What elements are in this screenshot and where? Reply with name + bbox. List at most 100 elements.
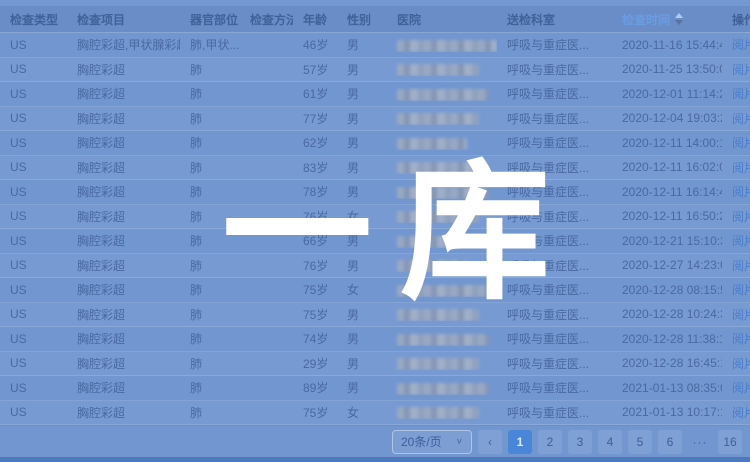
view-image-link[interactable]: 阅片: [732, 210, 750, 224]
exam-item-cell: 胸腔彩超: [67, 355, 180, 372]
view-image-link[interactable]: 阅片: [732, 259, 750, 273]
exam-type-cell: US: [0, 332, 67, 346]
exam-type-cell: US: [0, 111, 67, 125]
hospital-redacted-blur: [397, 64, 479, 76]
page-size-select[interactable]: 20条/页 ∨: [392, 430, 472, 454]
view-image-link[interactable]: 阅片: [732, 136, 750, 150]
page-button[interactable]: 2: [538, 430, 562, 454]
col-header-department: 送检科室: [497, 11, 612, 28]
department-cell: 呼吸与重症医...: [497, 208, 612, 225]
table-row: US 胸腔彩超 肺 29岁 男 呼吸与重症医... 2020-12-28 16:…: [0, 352, 750, 377]
col-header-gender: 性别: [337, 11, 387, 28]
exam-time-cell: 2020-12-28 11:38:11: [612, 332, 722, 346]
sort-ascending-icon[interactable]: [675, 13, 683, 18]
exam-item-cell: 胸腔彩超: [67, 257, 180, 274]
age-cell: 83岁: [293, 159, 337, 176]
col-header-exam-time[interactable]: 检查时间: [612, 11, 722, 28]
hospital-cell: [387, 87, 497, 101]
col-header-exam-type: 检查类型: [0, 11, 67, 28]
bottom-strip: [0, 457, 750, 462]
organ-cell: 肺: [180, 404, 240, 421]
exam-time-cell: 2020-12-04 19:03:24: [612, 111, 722, 125]
age-cell: 66岁: [293, 232, 337, 249]
department-cell: 呼吸与重症医...: [497, 306, 612, 323]
organ-cell: 肺: [180, 183, 240, 200]
age-cell: 76岁: [293, 208, 337, 225]
organ-cell: 肺: [180, 85, 240, 102]
exam-item-cell: 胸腔彩超: [67, 61, 180, 78]
exam-time-cell: 2020-12-01 11:14:21: [612, 87, 722, 101]
gender-cell: 女: [337, 208, 387, 225]
table-row: US 胸腔彩超 肺 62岁 男 呼吸与重症医... 2020-12-11 14:…: [0, 131, 750, 156]
hospital-redacted-blur: [397, 260, 467, 272]
exam-type-cell: US: [0, 307, 67, 321]
hospital-redacted-blur: [397, 285, 489, 297]
hospital-cell: [387, 332, 497, 346]
table-row: US 胸腔彩超 肺 83岁 男 呼吸与重症医... 2020-12-11 16:…: [0, 156, 750, 181]
table-row: US 胸腔彩超 肺 61岁 男 呼吸与重症医... 2020-12-01 11:…: [0, 82, 750, 107]
organ-cell: 肺,甲状...: [180, 36, 240, 53]
exam-item-cell: 胸腔彩超: [67, 306, 180, 323]
previous-page-button[interactable]: ‹: [478, 430, 502, 454]
age-cell: 76岁: [293, 257, 337, 274]
exam-type-cell: US: [0, 283, 67, 297]
sort-descending-icon[interactable]: [675, 20, 683, 25]
page-button[interactable]: 1: [508, 430, 532, 454]
table-row: US 胸腔彩超 肺 75岁 男 呼吸与重症医... 2020-12-28 10:…: [0, 303, 750, 328]
page-button[interactable]: 5: [628, 430, 652, 454]
hospital-redacted-blur: [397, 236, 489, 248]
view-image-link[interactable]: 阅片: [732, 234, 750, 248]
exam-time-cell: 2020-12-28 16:45:18: [612, 356, 722, 370]
department-cell: 呼吸与重症医...: [497, 232, 612, 249]
exam-time-cell: 2020-12-21 15:10:33: [612, 234, 722, 248]
hospital-cell: [387, 136, 497, 150]
gender-cell: 男: [337, 61, 387, 78]
view-image-link[interactable]: 阅片: [732, 332, 750, 346]
col-header-hospital: 医院: [387, 11, 497, 28]
exam-item-cell: 胸腔彩超: [67, 330, 180, 347]
department-cell: 呼吸与重症医...: [497, 404, 612, 421]
gender-cell: 男: [337, 183, 387, 200]
hospital-redacted-blur: [397, 89, 489, 101]
view-image-link[interactable]: 阅片: [732, 185, 750, 199]
view-image-link[interactable]: 阅片: [732, 161, 750, 175]
gender-cell: 男: [337, 110, 387, 127]
hospital-cell: [387, 405, 497, 419]
view-image-link[interactable]: 阅片: [732, 63, 750, 77]
hospital-cell: [387, 307, 497, 321]
page-button[interactable]: 3: [568, 430, 592, 454]
gender-cell: 女: [337, 404, 387, 421]
exam-item-cell: 胸腔彩超: [67, 159, 180, 176]
organ-cell: 肺: [180, 330, 240, 347]
table-row: US 胸腔彩超 肺 78岁 男 呼吸与重症医... 2020-12-11 16:…: [0, 180, 750, 205]
exam-item-cell: 胸腔彩超: [67, 110, 180, 127]
view-image-link[interactable]: 阅片: [732, 381, 750, 395]
view-image-link[interactable]: 阅片: [732, 357, 750, 371]
view-image-link[interactable]: 阅片: [732, 87, 750, 101]
page-button[interactable]: 16: [718, 430, 742, 454]
view-image-link[interactable]: 阅片: [732, 308, 750, 322]
view-image-link[interactable]: 阅片: [732, 283, 750, 297]
page-button[interactable]: 4: [598, 430, 622, 454]
pagination-ellipsis[interactable]: ···: [688, 430, 712, 454]
sort-caret-icon[interactable]: [675, 13, 683, 25]
view-image-link[interactable]: 阅片: [732, 112, 750, 126]
age-cell: 75岁: [293, 404, 337, 421]
page-button[interactable]: 6: [658, 430, 682, 454]
department-cell: 呼吸与重症医...: [497, 330, 612, 347]
table-body: US 胸腔彩超,甲状腺彩超 肺,甲状... 46岁 男 呼吸与重症医... 20…: [0, 33, 750, 425]
exam-type-cell: US: [0, 62, 67, 76]
col-header-organ: 器官部位: [180, 11, 240, 28]
department-cell: 呼吸与重症医...: [497, 110, 612, 127]
organ-cell: 肺: [180, 208, 240, 225]
exam-type-cell: US: [0, 136, 67, 150]
exam-time-cell: 2020-12-11 14:00:14: [612, 136, 722, 150]
department-cell: 呼吸与重症医...: [497, 36, 612, 53]
view-image-link[interactable]: 阅片: [732, 406, 750, 420]
exam-item-cell: 胸腔彩超: [67, 281, 180, 298]
hospital-cell: [387, 111, 497, 125]
gender-cell: 男: [337, 306, 387, 323]
age-cell: 78岁: [293, 183, 337, 200]
hospital-cell: [387, 356, 497, 370]
view-image-link[interactable]: 阅片: [732, 38, 750, 52]
